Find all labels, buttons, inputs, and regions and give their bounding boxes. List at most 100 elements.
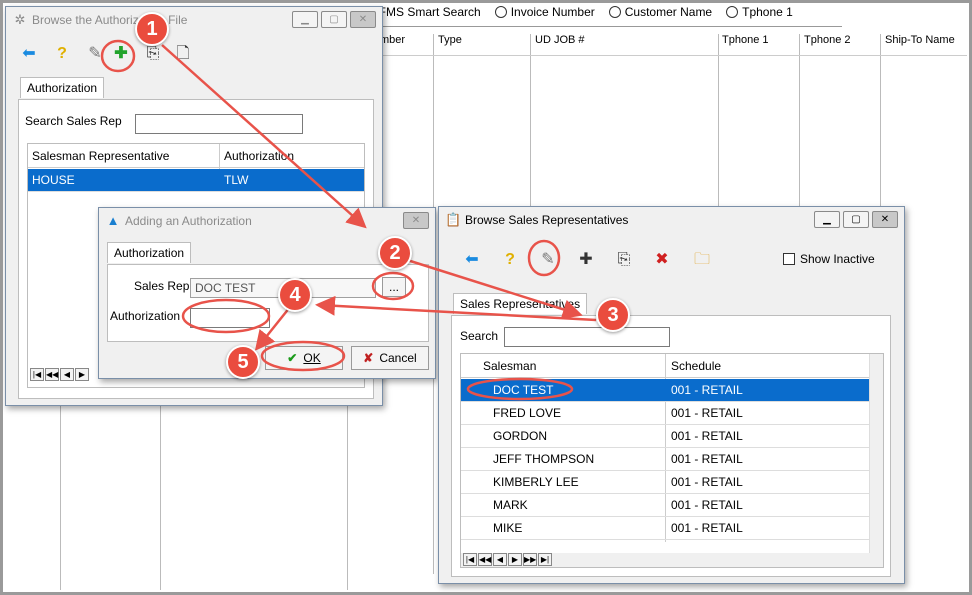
cancel-label: Cancel bbox=[379, 351, 417, 365]
horizontal-scrollbar[interactable]: |◀ ◀◀ ◀ ▶ ▶▶ ▶| bbox=[461, 553, 883, 567]
tab-authorization[interactable]: Authorization bbox=[20, 77, 105, 98]
table-row[interactable]: HOUSE TLW bbox=[28, 169, 364, 192]
cell-salesman: JEFF THOMPSON bbox=[493, 452, 595, 466]
add-icon[interactable]: ✚ bbox=[575, 249, 597, 271]
tab-authorization[interactable]: Authorization bbox=[107, 242, 192, 263]
clipboard-icon: 📋 bbox=[445, 212, 462, 227]
close-button[interactable]: ✕ bbox=[872, 211, 898, 228]
folder-add-icon[interactable]: 🗀 bbox=[691, 249, 713, 271]
background-search-options: RFMS Smart Search Invoice Number Custome… bbox=[370, 0, 803, 24]
next-record-button[interactable]: ▶ bbox=[75, 368, 89, 381]
maximize-button[interactable]: ▢ bbox=[843, 211, 869, 228]
table-row[interactable]: FRED LOVE 001 - RETAIL bbox=[461, 402, 869, 425]
radio-tphone1[interactable]: Tphone 1 bbox=[726, 5, 793, 19]
help-icon[interactable]: ? bbox=[51, 43, 73, 65]
close-button[interactable]: ✕ bbox=[403, 212, 429, 229]
cell-schedule: 001 - RETAIL bbox=[671, 475, 743, 489]
col-schedule[interactable]: Schedule bbox=[671, 359, 721, 373]
back-arrow-icon[interactable]: ⬅ bbox=[461, 249, 483, 271]
radio-smart-search[interactable]: RFMS Smart Search bbox=[370, 5, 481, 19]
cell-salesman: FRED LOVE bbox=[493, 406, 562, 420]
step-badge-5: 5 bbox=[226, 345, 260, 379]
browse-sales-rep-button[interactable]: ... bbox=[382, 277, 406, 297]
last-record-button[interactable]: ▶| bbox=[538, 553, 552, 566]
cell-schedule: 001 - RETAIL bbox=[671, 521, 743, 535]
minimize-button[interactable]: ▁ bbox=[814, 211, 840, 228]
cell-salesman: GORDON bbox=[493, 429, 547, 443]
col-salesman-rep[interactable]: Salesman Representative bbox=[32, 149, 169, 163]
edit-icon[interactable]: ✎ bbox=[537, 249, 559, 271]
prev-page-button[interactable]: ◀◀ bbox=[45, 368, 59, 381]
col-authorization[interactable]: Authorization bbox=[224, 149, 294, 163]
step-badge-3: 3 bbox=[596, 298, 630, 332]
first-record-button[interactable]: |◀ bbox=[30, 368, 44, 381]
next-record-button[interactable]: ▶ bbox=[508, 553, 522, 566]
cell-salesman: DOC TEST bbox=[493, 383, 554, 397]
cell-schedule: 001 - RETAIL bbox=[671, 452, 743, 466]
col-salesman[interactable]: Salesman bbox=[483, 359, 536, 373]
auth-window-titlebar: ✲ Browse the Authorization File ▁ ▢ ✕ bbox=[6, 7, 382, 33]
next-page-button[interactable]: ▶▶ bbox=[523, 553, 537, 566]
cell-schedule: 001 - RETAIL bbox=[671, 498, 743, 512]
delete-icon[interactable]: 🗋 bbox=[172, 43, 194, 65]
help-icon[interactable]: ? bbox=[499, 249, 521, 271]
ok-button[interactable]: ✔ OK bbox=[265, 346, 343, 370]
sales-reps-grid: Salesman Schedule DOC TEST 001 - RETAIL … bbox=[460, 353, 884, 568]
reps-tab-panel: Search Salesman Schedule DOC TEST 001 - … bbox=[451, 315, 891, 577]
vertical-scrollbar[interactable] bbox=[869, 354, 883, 554]
prev-record-button[interactable]: ◀ bbox=[60, 368, 74, 381]
edit-icon[interactable]: ✎ bbox=[84, 43, 106, 65]
x-icon: ✘ bbox=[363, 351, 374, 365]
sales-rep-label: Sales Rep bbox=[134, 279, 190, 293]
show-inactive-label: Show Inactive bbox=[800, 252, 875, 266]
first-record-button[interactable]: |◀ bbox=[463, 553, 477, 566]
cell-salesman: MARK bbox=[493, 498, 528, 512]
maximize-button[interactable]: ▢ bbox=[321, 11, 347, 28]
table-row[interactable]: MIKE 001 - RETAIL bbox=[461, 517, 869, 540]
background-divider bbox=[370, 26, 842, 27]
bg-col-type: Type bbox=[438, 34, 462, 46]
checkmark-icon: ✔ bbox=[287, 351, 298, 365]
grid-header: Salesman Schedule bbox=[461, 354, 883, 378]
reps-window-titlebar: 📋 Browse Sales Representatives ▁ ▢ ✕ bbox=[439, 207, 904, 233]
table-row[interactable]: GORDON 001 - RETAIL bbox=[461, 425, 869, 448]
authorization-input[interactable] bbox=[190, 308, 270, 328]
grid-header: Salesman Representative Authorization bbox=[28, 144, 364, 168]
prev-record-button[interactable]: ◀ bbox=[493, 553, 507, 566]
ok-label: OK bbox=[303, 351, 321, 365]
bg-col-line bbox=[160, 400, 161, 590]
delete-icon[interactable]: ✖ bbox=[651, 249, 673, 271]
bg-col-tphone2: Tphone 2 bbox=[804, 34, 851, 46]
table-row[interactable]: MARK 001 - RETAIL bbox=[461, 494, 869, 517]
record-navigator: |◀ ◀◀ ◀ ▶ bbox=[30, 368, 89, 381]
cancel-button[interactable]: ✘ Cancel bbox=[351, 346, 429, 370]
bg-col-line bbox=[60, 400, 61, 590]
search-input[interactable] bbox=[504, 327, 670, 347]
minimize-button[interactable]: ▁ bbox=[292, 11, 318, 28]
cell-schedule: 001 - RETAIL bbox=[671, 406, 743, 420]
add-tab-panel: Sales Rep ... Authorization bbox=[107, 264, 429, 342]
tab-sales-representatives[interactable]: Sales Representatives bbox=[453, 293, 588, 314]
table-row[interactable]: JEFF THOMPSON 001 - RETAIL bbox=[461, 448, 869, 471]
radio-invoice-number[interactable]: Invoice Number bbox=[494, 5, 595, 19]
prev-page-button[interactable]: ◀◀ bbox=[478, 553, 492, 566]
record-navigator: |◀ ◀◀ ◀ ▶ ▶▶ ▶| bbox=[463, 553, 552, 566]
checkbox-box[interactable] bbox=[783, 253, 795, 265]
table-row[interactable]: KIMBERLY LEE 001 - RETAIL bbox=[461, 471, 869, 494]
radio-customer-name[interactable]: Customer Name bbox=[608, 5, 712, 19]
table-row[interactable]: DOC TEST 001 - RETAIL bbox=[461, 379, 869, 402]
authorization-label: Authorization bbox=[110, 309, 181, 323]
copy-icon[interactable]: ⎘ bbox=[142, 43, 164, 65]
add-icon[interactable]: ✚ bbox=[110, 43, 132, 65]
bg-col-shipto: Ship-To Name bbox=[885, 34, 955, 46]
bg-col-udjob: UD JOB # bbox=[535, 34, 585, 46]
search-sales-rep-input[interactable] bbox=[135, 114, 303, 134]
back-arrow-icon[interactable]: ⬅ bbox=[18, 43, 40, 65]
cell-auth: TLW bbox=[224, 173, 249, 187]
copy-icon[interactable]: ⎘ bbox=[613, 249, 635, 271]
step-badge-4: 4 bbox=[278, 278, 312, 312]
close-button[interactable]: ✕ bbox=[350, 11, 376, 28]
search-sales-rep-label: Search Sales Rep bbox=[25, 114, 122, 128]
add-dialog-titlebar: ▲ Adding an Authorization ✕ bbox=[99, 208, 435, 234]
show-inactive-checkbox[interactable]: Show Inactive bbox=[783, 252, 875, 266]
